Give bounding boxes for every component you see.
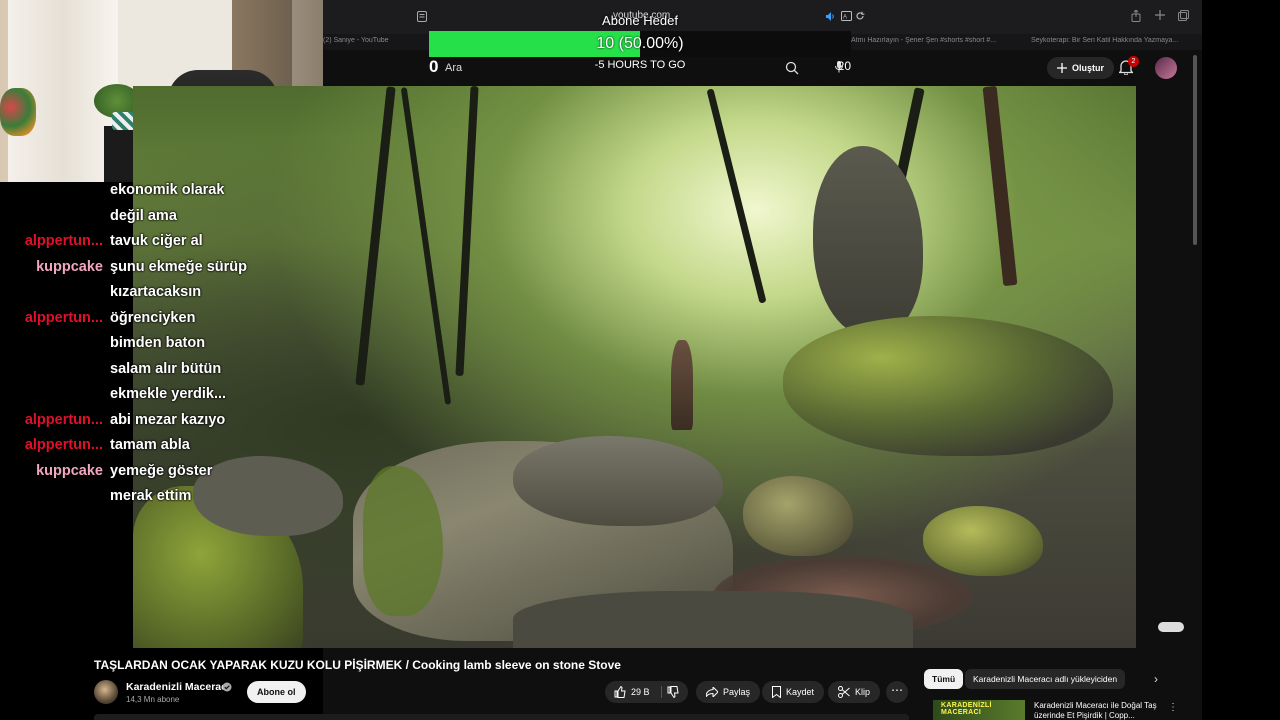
tab-shorts[interactable]: Atmı Hazırlayın - Şener Şen #shorts #sho… [851, 37, 1009, 44]
video-player[interactable] [133, 86, 1136, 648]
recommendation-thumbnail[interactable]: KARADENİZLİ MACERACI [933, 700, 1025, 720]
thumbs-up-icon [614, 686, 626, 698]
page-scrollbar[interactable] [1193, 55, 1197, 245]
subscribe-button[interactable]: Abone ol [247, 681, 306, 703]
account-avatar[interactable] [1155, 57, 1177, 79]
chat-username: kuppcake [36, 462, 103, 479]
chat-text: değil ama [110, 207, 177, 224]
chat-text: kızartacaksın [110, 284, 202, 300]
chip-all[interactable]: Tümü [924, 669, 964, 689]
sidebar-toggle-icon[interactable] [417, 11, 427, 22]
share-button[interactable]: Paylaş [696, 681, 761, 703]
goal-end-value: 20 [837, 59, 851, 73]
tab-podcast[interactable]: Seykoterapi: Bir Seri Katil Hakkında Yaz… [1031, 37, 1196, 44]
share-arrow-icon [706, 687, 718, 697]
tree-trunk [982, 86, 1018, 287]
channel-watermark[interactable] [1158, 622, 1184, 632]
flowers [0, 88, 36, 136]
chat-message: alppertun... tamam abla [0, 437, 250, 457]
chat-message: kızartacaksın [0, 284, 250, 304]
subscriber-goal-widget: Abone Hedef 10 (50.00%) 0 Ara -5 HOURS T… [429, 12, 851, 76]
goal-countdown: -5 HOURS TO GO [594, 59, 686, 71]
clip-button[interactable]: Klip [828, 681, 881, 703]
more-actions-button[interactable]: ⋯ [886, 681, 908, 703]
chat-overlay: ekonomik olarak değil ama alppertun... tavu… [0, 182, 250, 512]
tree-trunk [706, 88, 767, 304]
chip-from-uploader[interactable]: Karadenizli Maceracı adlı yükleyiciden [965, 669, 1126, 689]
description-box[interactable] [94, 714, 909, 720]
tree-trunk [455, 86, 479, 377]
recommendation-title[interactable]: Karadenizli Maceracı ile Doğal Taş üzeri… [1034, 701, 1164, 720]
like-count: 29 B [631, 687, 650, 697]
chat-text: merak ettim [110, 488, 192, 504]
thumbs-down-icon[interactable] [667, 686, 679, 698]
chat-text: ekmekle yerdik... [110, 386, 227, 402]
tab-youtube[interactable]: (2) Saniye - YouTube [323, 37, 419, 44]
stream-screen: youtube.com A (2) Saniye - YouTube Atmı … [0, 0, 1280, 720]
tree-trunk [355, 86, 396, 386]
tab-overview-icon[interactable] [1178, 10, 1189, 21]
video-title: TAŞLARDAN OCAK YAPARAK KUZU KOLU PİŞİRME… [94, 658, 621, 672]
chat-message: değil ama [0, 208, 250, 228]
save-button[interactable]: Kaydet [762, 681, 825, 703]
chat-text: ekonomik olarak [110, 182, 225, 198]
new-tab-icon[interactable] [1155, 10, 1165, 20]
chat-message: ekmekle yerdik... [0, 386, 250, 406]
share-label: Paylaş [723, 687, 751, 697]
chat-message: alppertun... öğrenciyken [0, 310, 250, 330]
notification-badge: 2 [1128, 56, 1139, 67]
chevron-right-icon[interactable]: › [1154, 672, 1158, 686]
share-icon[interactable] [1131, 10, 1141, 22]
save-label: Kaydet [786, 687, 815, 697]
boulder-mid [513, 436, 723, 526]
chat-username: alppertun... [24, 437, 103, 453]
chat-username: alppertun... [24, 411, 103, 428]
bookmark-icon [772, 686, 781, 698]
chat-message: kuppcake yemeğe göster [0, 463, 250, 483]
chat-message: alppertun... abi mezar kazıyo [0, 412, 250, 432]
goal-progress-track: 10 (50.00%) [429, 31, 851, 57]
chat-text: bimden baton [110, 335, 206, 351]
person-in-forest [671, 340, 693, 430]
plus-icon [1057, 63, 1067, 73]
chat-text: tamam abla [110, 437, 190, 453]
chat-text: salam alır bütün [110, 360, 222, 377]
like-separator [661, 686, 662, 698]
like-dislike-group: 29 B [605, 681, 688, 703]
scissors-icon [838, 686, 850, 698]
channel-name[interactable]: Karadenizli Maceracı [126, 681, 230, 693]
foreground-rocks [513, 591, 913, 648]
tree-trunk [400, 87, 452, 405]
chat-username: alppertun... [24, 309, 103, 326]
channel-avatar[interactable] [94, 680, 118, 704]
clip-label: Klip [855, 687, 871, 697]
chat-message: bimden baton [0, 335, 250, 355]
thumbnail-text: KARADENİZLİ MACERACI [941, 702, 992, 716]
chat-message: ekonomik olarak [0, 182, 250, 202]
chat-message: alppertun... tavuk ciğer al [0, 233, 250, 253]
chat-text: şunu ekmeğe sürüp [110, 258, 247, 275]
verified-icon [222, 682, 232, 692]
chat-text: öğrenciyken [110, 309, 196, 326]
goal-progress-text: 10 (50.00%) [596, 35, 684, 52]
chat-username: alppertun... [24, 233, 103, 249]
chat-message: kuppcake şunu ekmeğe sürüp [0, 259, 250, 279]
chat-message: salam alır bütün [0, 361, 250, 381]
boulder-center [743, 476, 853, 556]
chat-text: yemeğe göster [110, 462, 213, 479]
chat-text: abi mezar kazıyo [110, 411, 226, 428]
kebab-menu-icon[interactable]: ⋮ [1168, 702, 1178, 713]
like-button[interactable]: 29 B [605, 681, 660, 703]
create-button[interactable]: Oluştur [1047, 57, 1115, 79]
subscriber-count: 14,3 Mn abone [126, 695, 180, 704]
chat-message: merak ettim [0, 488, 250, 508]
boulder-right [923, 506, 1043, 576]
mossy-ledge [783, 316, 1113, 456]
chat-text: tavuk ciğer al [110, 233, 203, 249]
chat-username: kuppcake [36, 258, 103, 275]
create-label: Oluştur [1072, 63, 1105, 73]
reload-icon[interactable] [855, 11, 865, 21]
goal-title: Abone Hedef [602, 13, 678, 28]
